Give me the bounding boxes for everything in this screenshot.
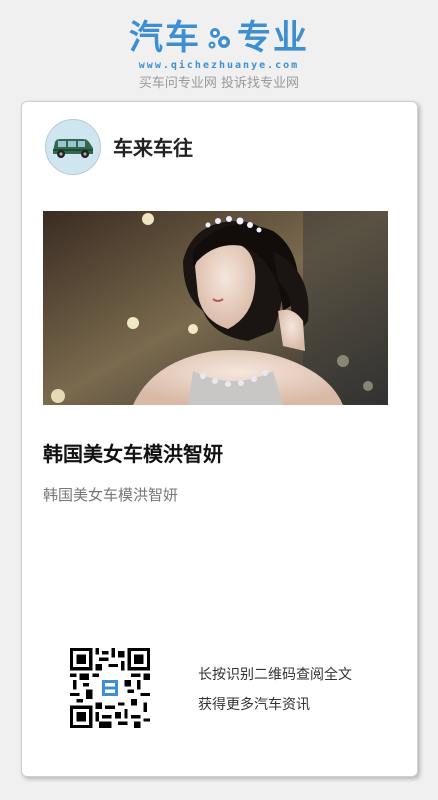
article-summary: 韩国美女车模洪智妍 [43, 486, 179, 504]
article-title[interactable]: 韩国美女车模洪智妍 [43, 438, 223, 467]
author-name[interactable]: 车来车往 [113, 132, 193, 161]
logo-text-left: 汽车 [129, 18, 201, 58]
logo-url: www.qichezhuanye.com [138, 60, 300, 71]
logo-text-right: 专业 [237, 18, 309, 58]
qr-subtext: 获得更多汽车资讯 [198, 697, 310, 713]
qr-code-icon[interactable] [70, 648, 150, 728]
author-avatar[interactable] [45, 119, 101, 175]
logo-slogan: 买车问专业网 投诉找专业网 [138, 76, 300, 91]
gear-icon [208, 28, 230, 49]
qr-instruction: 长按识别二维码查阅全文 [198, 667, 352, 683]
site-logo[interactable]: 汽车 专业 www.qichezhuanye.com 买车问专业网 投诉找专业网 [0, 18, 438, 91]
article-card: 车来车往 韩国美女车模洪智妍 韩国美女车模洪智妍 长按识别二维码查阅全文 获得更… [21, 101, 418, 777]
car-icon [53, 139, 93, 158]
article-photo [43, 211, 388, 405]
logo-wordmark: 汽车 专业 [129, 18, 309, 58]
